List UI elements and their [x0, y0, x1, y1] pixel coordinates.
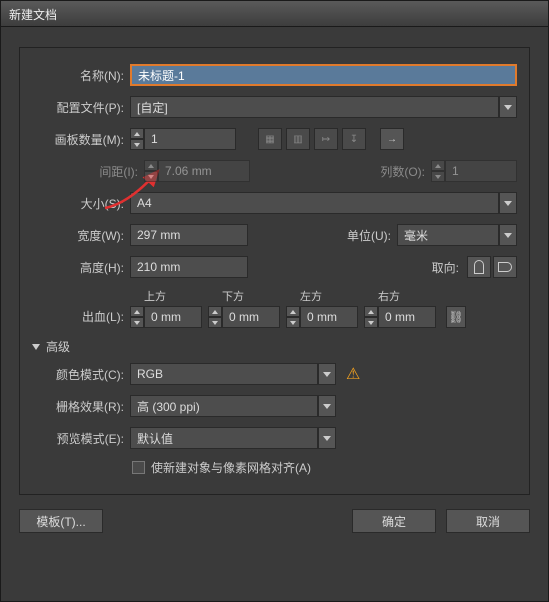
size-label: 大小(S): — [32, 195, 130, 212]
preview-dropdown[interactable]: 默认值 — [130, 427, 336, 449]
artboards-up[interactable] — [130, 128, 144, 139]
width-label: 宽度(W): — [32, 227, 130, 244]
width-input[interactable] — [130, 224, 248, 246]
bleed-bottom-spinner[interactable] — [208, 306, 222, 328]
bleed-top-spinner[interactable] — [130, 306, 144, 328]
form-panel: 名称(N): 配置文件(P): [自定] 画板数量(M): — [19, 47, 530, 495]
profile-dropdown[interactable]: [自定] — [130, 96, 517, 118]
spacing-spinner — [144, 160, 158, 182]
titlebar: 新建文档 — [1, 1, 548, 27]
templates-button[interactable]: 模板(T)... — [19, 509, 103, 533]
preview-label: 预览模式(E): — [32, 430, 130, 447]
bleed-right-head: 右方 — [364, 288, 436, 304]
cancel-button[interactable]: 取消 — [446, 509, 530, 533]
bleed-left-input[interactable] — [300, 306, 358, 328]
bleed-right-spinner[interactable] — [364, 306, 378, 328]
arrange-rtl-icon[interactable]: → — [380, 128, 404, 150]
colormode-dropdown[interactable]: RGB — [130, 363, 336, 385]
bleed-link-button[interactable]: ⛓ — [446, 306, 466, 328]
orient-portrait-button[interactable] — [467, 256, 491, 278]
cols-down — [431, 171, 445, 182]
new-document-dialog: 新建文档 名称(N): 配置文件(P): [自定] — [0, 0, 549, 602]
profile-value: [自定] — [130, 96, 499, 118]
cols-label: 列数(O): — [361, 163, 431, 180]
units-dropdown[interactable]: 毫米 — [397, 224, 517, 246]
name-input[interactable] — [130, 64, 517, 86]
raster-dropdown[interactable]: 高 (300 ppi) — [130, 395, 336, 417]
raster-value: 高 (300 ppi) — [130, 395, 318, 417]
bleed-left-spinner[interactable] — [286, 306, 300, 328]
artboards-down[interactable] — [130, 139, 144, 150]
bleed-top-input[interactable] — [144, 306, 202, 328]
grid-by-row-icon[interactable]: ▦ — [258, 128, 282, 150]
artboards-spinner[interactable] — [130, 128, 144, 150]
artboards-input[interactable] — [144, 128, 236, 150]
cols-up — [431, 160, 445, 171]
height-label: 高度(H): — [32, 259, 130, 276]
disclosure-triangle-icon — [32, 344, 40, 350]
preview-value: 默认值 — [130, 427, 318, 449]
size-dropdown[interactable]: A4 — [130, 192, 517, 214]
profile-label: 配置文件(P): — [32, 99, 130, 116]
raster-dropdown-button[interactable] — [318, 395, 336, 417]
bleed-top-head: 上方 — [130, 288, 202, 304]
profile-dropdown-button[interactable] — [499, 96, 517, 118]
ok-button[interactable]: 确定 — [352, 509, 436, 533]
colormode-value: RGB — [130, 363, 318, 385]
portrait-icon — [474, 260, 484, 274]
size-value: A4 — [130, 192, 499, 214]
align-pixel-grid-checkbox[interactable] — [132, 461, 145, 474]
orient-label: 取向: — [415, 259, 465, 276]
colormode-dropdown-button[interactable] — [318, 363, 336, 385]
bleed-label: 出血(L): — [32, 308, 130, 325]
spacing-down — [144, 171, 158, 182]
size-dropdown-button[interactable] — [499, 192, 517, 214]
landscape-icon — [498, 262, 512, 272]
preview-dropdown-button[interactable] — [318, 427, 336, 449]
units-dropdown-button[interactable] — [499, 224, 517, 246]
advanced-section-toggle[interactable]: 高级 — [32, 338, 517, 355]
name-label: 名称(N): — [32, 67, 130, 84]
orient-landscape-button[interactable] — [493, 256, 517, 278]
bleed-right-input[interactable] — [378, 306, 436, 328]
height-input[interactable] — [130, 256, 248, 278]
bleed-bottom-head: 下方 — [208, 288, 280, 304]
bleed-bottom-input[interactable] — [222, 306, 280, 328]
grid-by-col-icon[interactable]: ▥ — [286, 128, 310, 150]
colormode-label: 颜色模式(C): — [32, 366, 130, 383]
units-label: 单位(U): — [327, 227, 397, 244]
align-pixel-grid-label: 使新建对象与像素网格对齐(A) — [151, 459, 311, 476]
window-title: 新建文档 — [9, 8, 57, 22]
spacing-up — [144, 160, 158, 171]
advanced-label: 高级 — [46, 338, 70, 355]
spacing-input — [158, 160, 250, 182]
cols-spinner — [431, 160, 445, 182]
arrange-col-icon[interactable]: ↧ — [342, 128, 366, 150]
raster-label: 栅格效果(R): — [32, 398, 130, 415]
spacing-label: 间距(I): — [32, 163, 144, 180]
artboards-label: 画板数量(M): — [32, 131, 130, 148]
bleed-left-head: 左方 — [286, 288, 358, 304]
warning-icon: ⚠ — [346, 364, 360, 384]
units-value: 毫米 — [397, 224, 499, 246]
arrange-row-icon[interactable]: ↦ — [314, 128, 338, 150]
cols-input — [445, 160, 517, 182]
